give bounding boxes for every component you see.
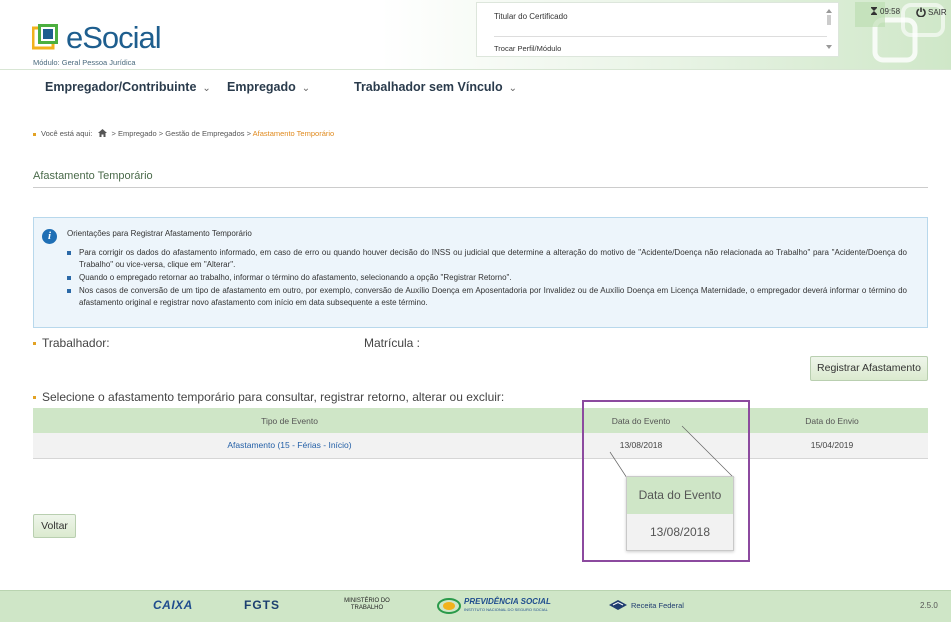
fgts-logo: FGTS	[244, 598, 280, 612]
esocial-logo[interactable]: eSocial	[32, 18, 182, 58]
bullet	[33, 132, 36, 136]
change-profile-link[interactable]: Trocar Perfil/Módulo	[494, 44, 561, 53]
menu-label: Trabalhador sem Vínculo	[354, 80, 503, 94]
bullet	[33, 396, 36, 400]
session-timer: 09:58	[871, 7, 900, 16]
info-item: Quando o empregado retornar ao trabalho,…	[67, 272, 907, 284]
breadcrumb-current: Afastamento Temporário	[252, 129, 335, 138]
menu-label: Empregado	[227, 80, 296, 94]
breadcrumb-prefix: Você está aqui:	[41, 129, 93, 138]
column-header[interactable]: Tipo de Evento	[33, 408, 546, 433]
page-root: eSocial Módulo: Geral Pessoa Jurídica Ti…	[0, 0, 951, 622]
info-list: Para corrigir os dados do afastamento in…	[67, 247, 907, 310]
zoom-header: Data do Evento	[627, 477, 733, 514]
ministerio-logo: MINISTÉRIO DO TRABALHO	[344, 598, 390, 611]
register-leave-button[interactable]: Registrar Afastamento	[810, 356, 928, 381]
breadcrumb: Você está aqui: > Empregado > Gestão de …	[33, 129, 334, 138]
chevron-down-icon: ⌄	[202, 83, 211, 94]
table-header-row: Tipo de Evento Data do Evento Data do En…	[33, 408, 928, 433]
menu-empregador[interactable]: Empregador/Contribuinte ⌄	[45, 80, 211, 94]
table-instruction: Selecione o afastamento temporário para …	[33, 390, 504, 404]
info-box: i Orientações para Registrar Afastamento…	[33, 217, 928, 328]
sent-date-cell: 15/04/2019	[736, 433, 928, 459]
receita-emblem-icon	[609, 600, 627, 610]
bullet	[33, 342, 36, 346]
divider	[494, 36, 827, 37]
caixa-logo: CAIXA	[153, 598, 193, 612]
leave-table: Tipo de Evento Data do Evento Data do En…	[33, 408, 928, 459]
certificate-panel: Titular do Certificado Trocar Perfil/Mód…	[476, 2, 839, 57]
breadcrumb-path[interactable]: > Empregado > Gestão de Empregados >	[111, 129, 250, 138]
page-title: Afastamento Temporário	[33, 170, 153, 182]
column-header[interactable]: Data do Envio	[736, 408, 928, 433]
home-icon[interactable]	[98, 129, 108, 137]
back-button[interactable]: Voltar	[33, 514, 76, 538]
previdencia-text: PREVIDÊNCIA SOCIAL	[464, 597, 551, 606]
header: eSocial Módulo: Geral Pessoa Jurídica Ti…	[0, 0, 951, 70]
registration-label: Matrícula :	[364, 336, 421, 350]
table-instruction-text: Selecione o afastamento temporário para …	[42, 390, 505, 404]
logo-text: eSocial	[66, 20, 162, 55]
receita-text: Receita Federal	[631, 601, 684, 610]
info-item: Nos casos de conversão de um tipo de afa…	[67, 285, 907, 309]
scrollbar[interactable]	[825, 8, 833, 50]
previdencia-emblem-icon	[437, 598, 461, 614]
menu-empregado[interactable]: Empregado ⌄	[227, 80, 310, 94]
event-type-link[interactable]: Afastamento (15 - Férias - Início)	[33, 433, 546, 459]
worker-label-text: Trabalhador:	[42, 336, 110, 350]
previdencia-subtext: INSTITUTO NACIONAL DO SEGURO SOCIAL	[464, 607, 548, 612]
info-icon: i	[42, 229, 57, 244]
divider	[33, 187, 928, 188]
session-time: 09:58	[880, 7, 901, 16]
table-row[interactable]: Afastamento (15 - Férias - Início) 13/08…	[33, 433, 928, 459]
chevron-down-icon: ⌄	[301, 83, 311, 94]
info-title: Orientações para Registrar Afastamento T…	[67, 229, 252, 238]
power-icon	[916, 7, 926, 18]
menu-label: Empregador/Contribuinte	[45, 80, 197, 94]
chevron-down-icon: ⌄	[508, 83, 518, 94]
logout-label: SAIR	[928, 8, 947, 17]
hourglass-icon	[871, 7, 877, 15]
logout-button[interactable]: SAIR	[916, 7, 947, 18]
certificate-holder: Titular do Certificado	[494, 12, 568, 21]
version-label: 2.5.0	[920, 601, 938, 610]
worker-label: Trabalhador:	[33, 336, 110, 350]
logo-mark-icon	[32, 24, 58, 50]
info-item: Para corrigir os dados do afastamento in…	[67, 247, 907, 271]
footer	[0, 590, 951, 622]
menu-trabalhador-sem-vinculo[interactable]: Trabalhador sem Vínculo ⌄	[354, 80, 517, 94]
zoom-value: 13/08/2018	[649, 525, 711, 539]
zoom-callout: Data do Evento 13/08/2018	[626, 476, 734, 551]
module-label: Módulo: Geral Pessoa Jurídica	[33, 58, 136, 67]
